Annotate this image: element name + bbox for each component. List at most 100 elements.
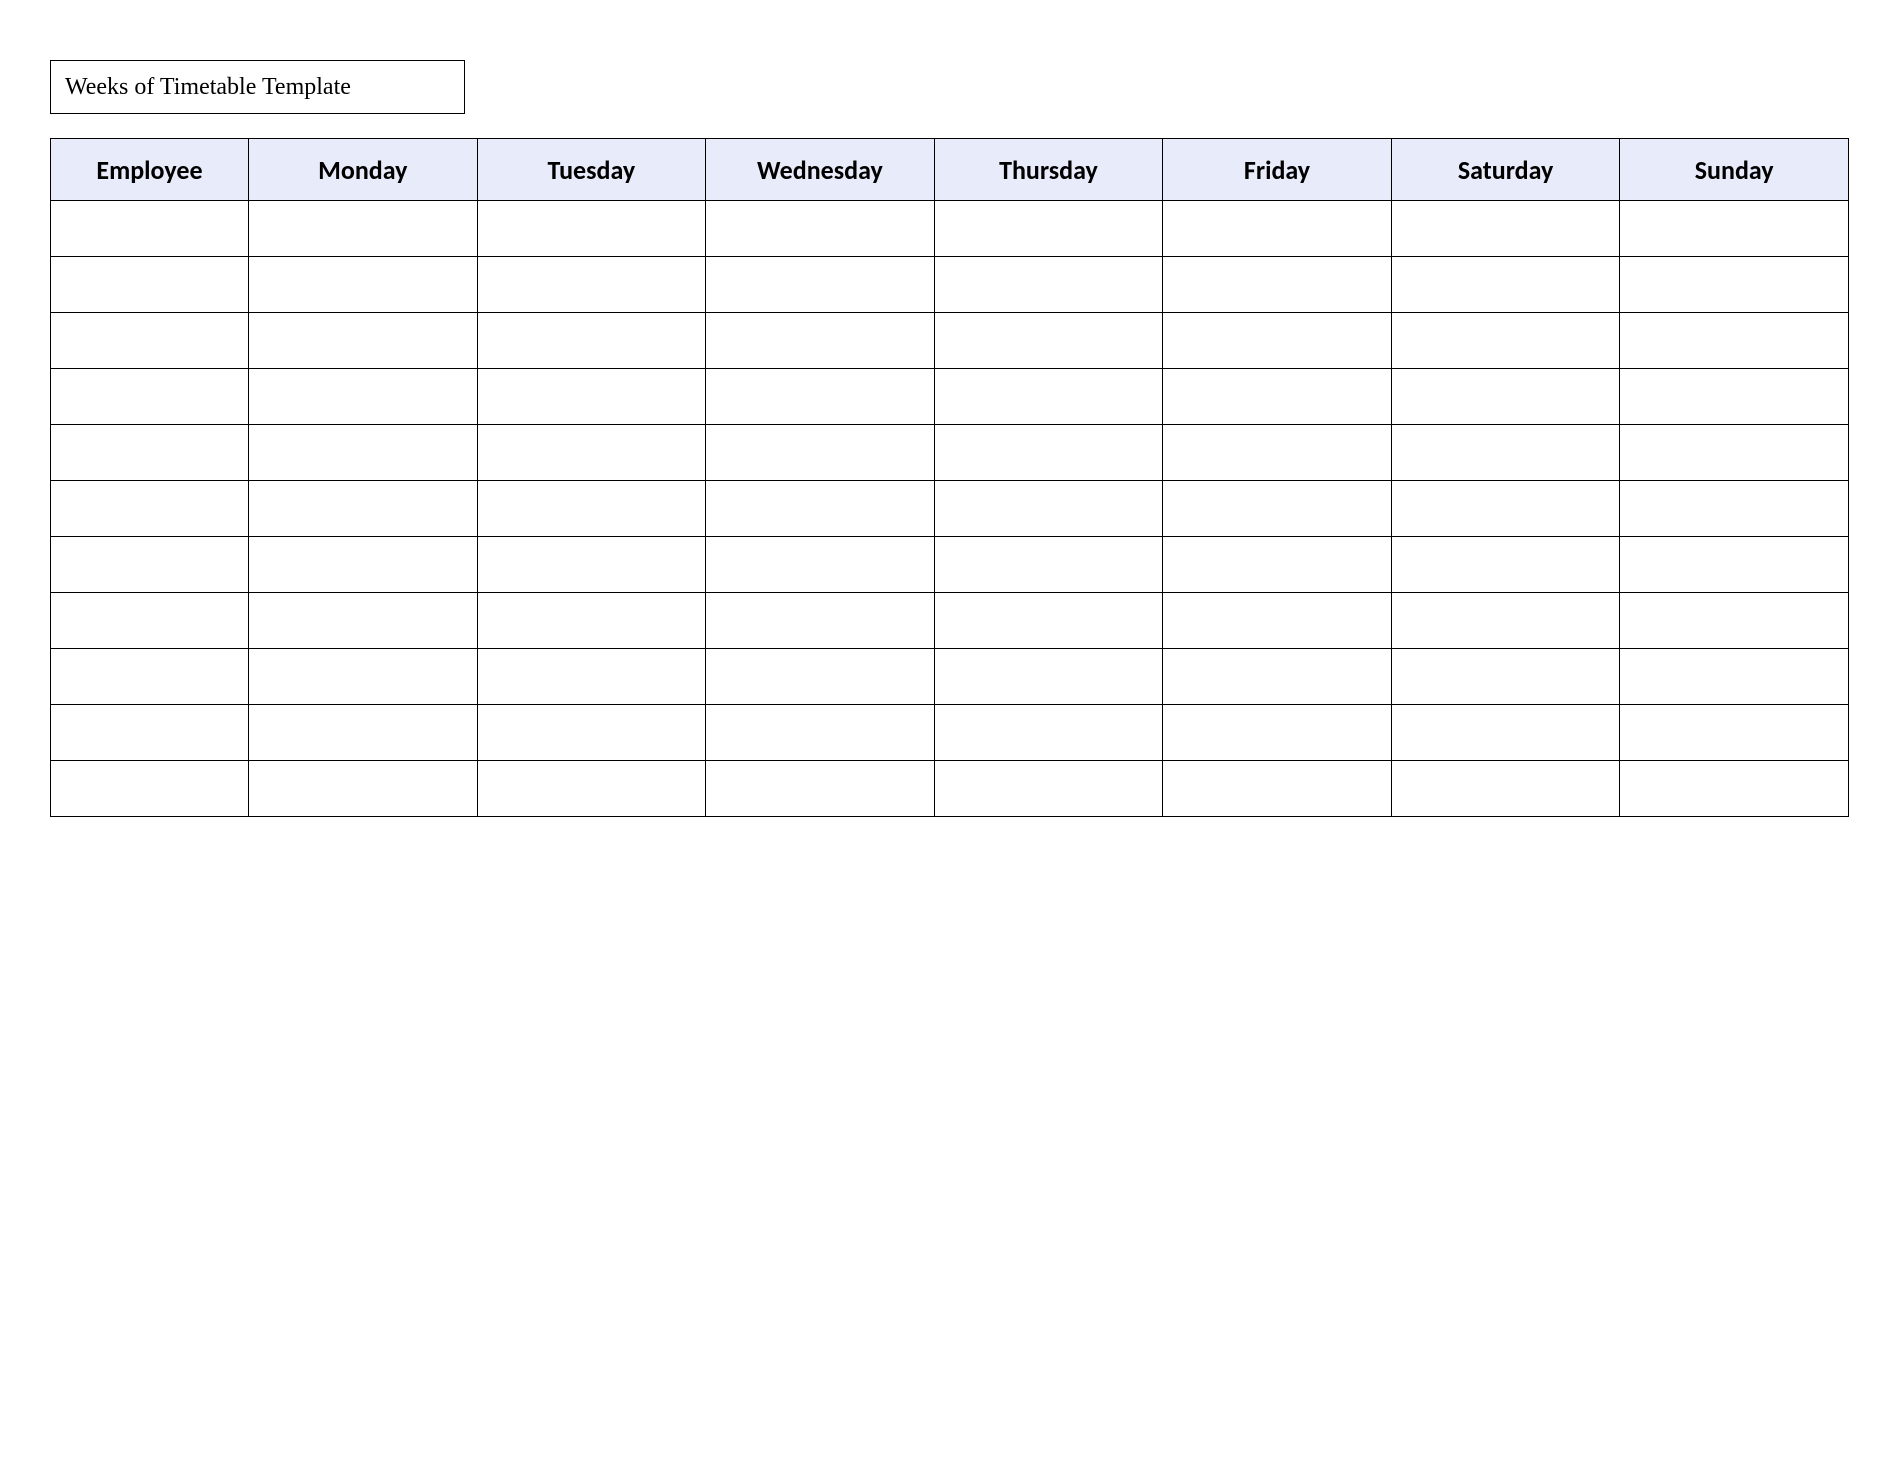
table-cell[interactable] (1391, 313, 1620, 369)
table-cell[interactable] (1620, 761, 1849, 817)
table-cell[interactable] (1391, 649, 1620, 705)
table-cell[interactable] (934, 705, 1163, 761)
table-cell[interactable] (1163, 313, 1392, 369)
table-cell[interactable] (1163, 481, 1392, 537)
table-cell[interactable] (249, 369, 478, 425)
col-header-friday: Friday (1163, 139, 1392, 201)
table-cell[interactable] (51, 593, 249, 649)
table-cell[interactable] (477, 201, 706, 257)
table-cell[interactable] (477, 649, 706, 705)
table-cell[interactable] (477, 425, 706, 481)
table-cell[interactable] (51, 537, 249, 593)
table-cell[interactable] (706, 705, 935, 761)
table-cell[interactable] (51, 257, 249, 313)
table-cell[interactable] (1391, 257, 1620, 313)
table-cell[interactable] (1163, 593, 1392, 649)
table-cell[interactable] (706, 537, 935, 593)
table-cell[interactable] (706, 649, 935, 705)
table-cell[interactable] (1163, 257, 1392, 313)
col-header-wednesday: Wednesday (706, 139, 935, 201)
table-cell[interactable] (249, 425, 478, 481)
table-cell[interactable] (934, 481, 1163, 537)
table-cell[interactable] (1620, 425, 1849, 481)
table-cell[interactable] (1163, 761, 1392, 817)
col-header-thursday: Thursday (934, 139, 1163, 201)
table-row (51, 257, 1849, 313)
table-cell[interactable] (249, 481, 478, 537)
table-cell[interactable] (477, 481, 706, 537)
table-cell[interactable] (934, 593, 1163, 649)
table-cell[interactable] (51, 761, 249, 817)
table-cell[interactable] (249, 593, 478, 649)
table-cell[interactable] (934, 201, 1163, 257)
table-cell[interactable] (51, 425, 249, 481)
table-cell[interactable] (477, 593, 706, 649)
table-cell[interactable] (1620, 481, 1849, 537)
table-cell[interactable] (477, 705, 706, 761)
table-cell[interactable] (1620, 705, 1849, 761)
table-cell[interactable] (1391, 593, 1620, 649)
table-cell[interactable] (1163, 649, 1392, 705)
table-cell[interactable] (1620, 201, 1849, 257)
table-cell[interactable] (1620, 537, 1849, 593)
table-row (51, 369, 1849, 425)
table-cell[interactable] (51, 369, 249, 425)
table-cell[interactable] (249, 705, 478, 761)
table-cell[interactable] (51, 649, 249, 705)
table-row (51, 761, 1849, 817)
table-cell[interactable] (477, 257, 706, 313)
table-cell[interactable] (1163, 425, 1392, 481)
table-cell[interactable] (249, 537, 478, 593)
table-cell[interactable] (1391, 201, 1620, 257)
table-cell[interactable] (934, 313, 1163, 369)
table-cell[interactable] (934, 257, 1163, 313)
table-cell[interactable] (1163, 201, 1392, 257)
table-cell[interactable] (51, 481, 249, 537)
table-cell[interactable] (249, 649, 478, 705)
col-header-sunday: Sunday (1620, 139, 1849, 201)
table-cell[interactable] (1620, 369, 1849, 425)
table-cell[interactable] (706, 481, 935, 537)
table-cell[interactable] (51, 705, 249, 761)
table-cell[interactable] (249, 313, 478, 369)
table-cell[interactable] (706, 369, 935, 425)
table-cell[interactable] (706, 257, 935, 313)
table-cell[interactable] (1391, 481, 1620, 537)
table-cell[interactable] (1620, 593, 1849, 649)
table-cell[interactable] (477, 761, 706, 817)
table-cell[interactable] (477, 313, 706, 369)
table-cell[interactable] (934, 537, 1163, 593)
table-cell[interactable] (1163, 537, 1392, 593)
table-cell[interactable] (1163, 705, 1392, 761)
table-cell[interactable] (1391, 705, 1620, 761)
table-cell[interactable] (477, 537, 706, 593)
table-cell[interactable] (1391, 537, 1620, 593)
table-cell[interactable] (934, 369, 1163, 425)
table-cell[interactable] (1391, 369, 1620, 425)
table-row (51, 425, 1849, 481)
table-cell[interactable] (1620, 257, 1849, 313)
table-cell[interactable] (706, 313, 935, 369)
table-cell[interactable] (1163, 369, 1392, 425)
table-cell[interactable] (934, 649, 1163, 705)
table-cell[interactable] (934, 425, 1163, 481)
document-title: Weeks of Timetable Template (65, 74, 351, 101)
table-cell[interactable] (706, 593, 935, 649)
table-cell[interactable] (249, 257, 478, 313)
table-cell[interactable] (706, 425, 935, 481)
table-cell[interactable] (249, 761, 478, 817)
table-cell[interactable] (1620, 313, 1849, 369)
table-cell[interactable] (477, 369, 706, 425)
table-cell[interactable] (51, 201, 249, 257)
table-row (51, 537, 1849, 593)
table-cell[interactable] (1391, 425, 1620, 481)
table-cell[interactable] (706, 761, 935, 817)
document-page: Weeks of Timetable Template Employee Mon… (0, 0, 1899, 1468)
table-cell[interactable] (249, 201, 478, 257)
table-cell[interactable] (1620, 649, 1849, 705)
table-cell[interactable] (706, 201, 935, 257)
table-cell[interactable] (934, 761, 1163, 817)
table-row (51, 705, 1849, 761)
table-cell[interactable] (1391, 761, 1620, 817)
table-cell[interactable] (51, 313, 249, 369)
